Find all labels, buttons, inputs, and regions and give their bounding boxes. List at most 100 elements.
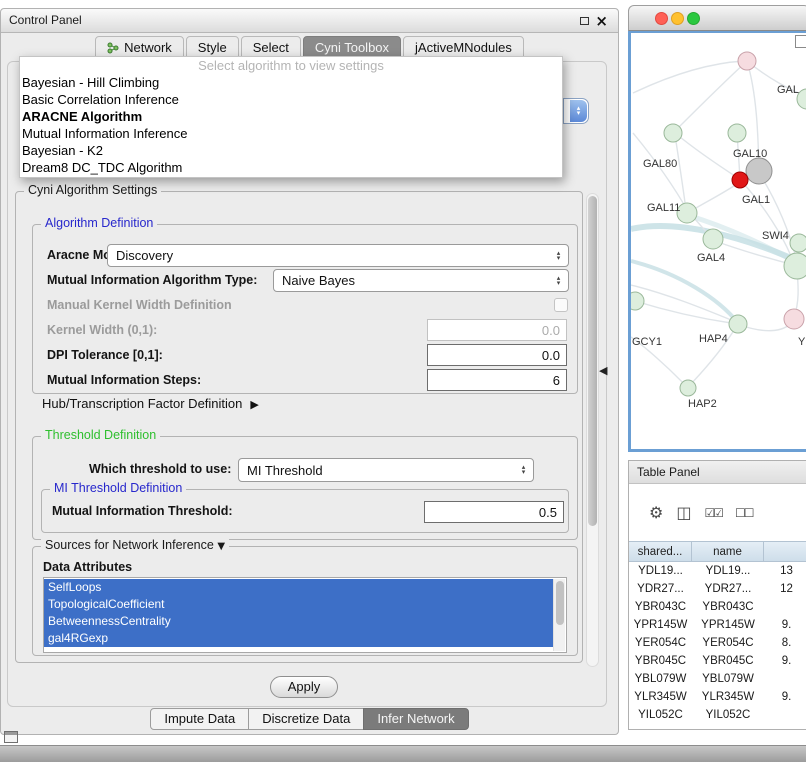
cell[interactable]: 9. — [764, 688, 806, 706]
kernel-width-field[interactable]: 0.0 — [427, 319, 567, 341]
network-window-titlebar[interactable] — [628, 5, 806, 31]
table-row[interactable]: YBR043C YBR043C — [629, 598, 806, 616]
cell[interactable]: YLR345W — [629, 688, 692, 706]
collapsed-right-icon[interactable]: ▶ — [250, 398, 258, 411]
hub-transcription-factor-section[interactable]: Hub/Transcription Factor Definition▶ — [42, 396, 259, 411]
network-node[interactable] — [631, 292, 644, 310]
manual-kernel-width-checkbox[interactable] — [554, 298, 568, 312]
network-node[interactable] — [703, 229, 723, 249]
network-canvas[interactable]: GAL GAL80 GAL10 GAL1 GAL11 SWI4 GAL4 GCY… — [631, 33, 806, 449]
cell[interactable]: YDR27... — [692, 580, 764, 598]
mi-steps-field[interactable]: 6 — [427, 369, 567, 391]
popup-item-selected[interactable]: ARACNE Algorithm — [20, 109, 562, 126]
list-item[interactable]: BetweennessCentrality — [44, 613, 553, 630]
deselect-all-icon[interactable]: ☐☐ — [735, 506, 753, 520]
table-row[interactable]: YBR045C YBR045C 9. — [629, 652, 806, 670]
table-row[interactable]: YPR145W YPR145W 9. — [629, 616, 806, 634]
apply-button[interactable]: Apply — [270, 676, 338, 698]
table-row[interactable]: YER054C YER054C 8. — [629, 634, 806, 652]
network-node[interactable] — [664, 124, 682, 142]
popup-item[interactable]: Mutual Information Inference — [20, 126, 562, 143]
cell[interactable]: YDL19... — [692, 562, 764, 580]
popup-item[interactable]: Dream8 DC_TDC Algorithm — [20, 160, 562, 177]
list-item[interactable]: TopologicalCoefficient — [44, 596, 553, 613]
list-scrollbar-thumb[interactable] — [556, 581, 564, 625]
tab-impute-data[interactable]: Impute Data — [150, 708, 249, 730]
cell[interactable]: YDL19... — [629, 562, 692, 580]
popup-item[interactable]: Bayesian - K2 — [20, 143, 562, 160]
network-node[interactable] — [738, 52, 756, 70]
cell[interactable]: YPR145W — [692, 616, 764, 634]
network-node[interactable] — [790, 234, 806, 252]
combobox-stepper-icon[interactable]: ▴▾ — [570, 100, 587, 122]
popup-item[interactable]: Basic Correlation Inference — [20, 92, 562, 109]
cell[interactable] — [764, 706, 806, 724]
network-node[interactable] — [784, 309, 804, 329]
which-threshold-select[interactable]: MI Threshold ▴▾ — [238, 458, 534, 482]
tab-discretize-data[interactable]: Discretize Data — [248, 708, 364, 730]
network-node[interactable] — [728, 124, 746, 142]
expanded-down-icon[interactable]: ▼ — [217, 541, 225, 552]
cell[interactable]: YER054C — [692, 634, 764, 652]
dpi-tolerance-field[interactable]: 0.0 — [427, 344, 567, 366]
list-item[interactable]: gal4RGexp — [44, 630, 553, 647]
table-row[interactable]: YDL19... YDL19... 13 — [629, 562, 806, 580]
column-header[interactable]: name — [692, 541, 764, 562]
tab-infer-network[interactable]: Infer Network — [363, 708, 468, 730]
table-row[interactable]: YLR345W YLR345W 9. — [629, 688, 806, 706]
settings-scrollbar-thumb[interactable] — [588, 196, 597, 526]
cell[interactable]: YPR145W — [629, 616, 692, 634]
cell[interactable]: 9. — [764, 616, 806, 634]
cell[interactable]: YBR045C — [692, 652, 764, 670]
control-panel-titlebar[interactable]: Control Panel × — [1, 9, 618, 33]
cell[interactable]: YER054C — [629, 634, 692, 652]
cell[interactable]: 9. — [764, 652, 806, 670]
network-node[interactable] — [729, 315, 747, 333]
list-item[interactable]: SelfLoops — [44, 579, 553, 596]
column-header[interactable] — [764, 541, 806, 562]
birdseye-toggle[interactable] — [795, 35, 806, 48]
cell[interactable]: YIL052C — [629, 706, 692, 724]
table-row[interactable]: YIL052C YIL052C — [629, 706, 806, 724]
panel-collapse-icon[interactable]: ◀ — [599, 364, 607, 377]
minimize-traffic-icon[interactable] — [671, 12, 684, 25]
cell[interactable] — [764, 598, 806, 616]
float-window-icon[interactable] — [580, 17, 589, 25]
popup-item[interactable]: Bayesian - Hill Climbing — [20, 75, 562, 92]
cell[interactable]: YBL079W — [692, 670, 764, 688]
mi-threshold-definition-group: MI Threshold Definition Mutual Informati… — [41, 489, 569, 533]
cell[interactable] — [764, 670, 806, 688]
cell[interactable]: YDR27... — [629, 580, 692, 598]
cell[interactable]: 8. — [764, 634, 806, 652]
mi-algorithm-type-select[interactable]: Naive Bayes ▴▾ — [273, 269, 569, 292]
network-node[interactable] — [784, 253, 806, 279]
cell[interactable]: YBR043C — [692, 598, 764, 616]
cell[interactable]: YLR345W — [692, 688, 764, 706]
network-node[interactable] — [746, 158, 772, 184]
network-node[interactable] — [680, 380, 696, 396]
network-node-selected-red[interactable] — [732, 172, 748, 188]
cell[interactable]: 13 — [764, 562, 806, 580]
close-icon[interactable]: × — [595, 11, 608, 31]
column-header[interactable]: shared... — [629, 541, 692, 562]
minimized-window-icon[interactable] — [4, 731, 18, 743]
table-panel-titlebar[interactable]: Table Panel — [629, 461, 806, 484]
cell[interactable]: YBR043C — [629, 598, 692, 616]
columns-icon[interactable]: ◫ — [676, 503, 691, 522]
settings-scrollbar[interactable] — [586, 193, 599, 667]
zoom-traffic-icon[interactable] — [687, 12, 700, 25]
gear-icon[interactable]: ⚙ — [649, 503, 663, 522]
data-attributes-list[interactable]: SelfLoops TopologicalCoefficient Between… — [43, 577, 567, 653]
cell[interactable]: YIL052C — [692, 706, 764, 724]
cell[interactable]: YBL079W — [629, 670, 692, 688]
aracne-mode-select[interactable]: Discovery ▴▾ — [107, 244, 569, 267]
list-scrollbar[interactable] — [553, 579, 565, 651]
close-traffic-icon[interactable] — [655, 12, 668, 25]
algorithm-combobox-partial[interactable]: ▴▾ — [563, 98, 589, 124]
table-row[interactable]: YDR27... YDR27... 12 — [629, 580, 806, 598]
cell[interactable]: YBR045C — [629, 652, 692, 670]
select-all-icon[interactable]: ☑☑ — [704, 506, 722, 520]
cell[interactable]: 12 — [764, 580, 806, 598]
table-row[interactable]: YBL079W YBL079W — [629, 670, 806, 688]
mi-threshold-field[interactable]: 0.5 — [424, 501, 564, 523]
